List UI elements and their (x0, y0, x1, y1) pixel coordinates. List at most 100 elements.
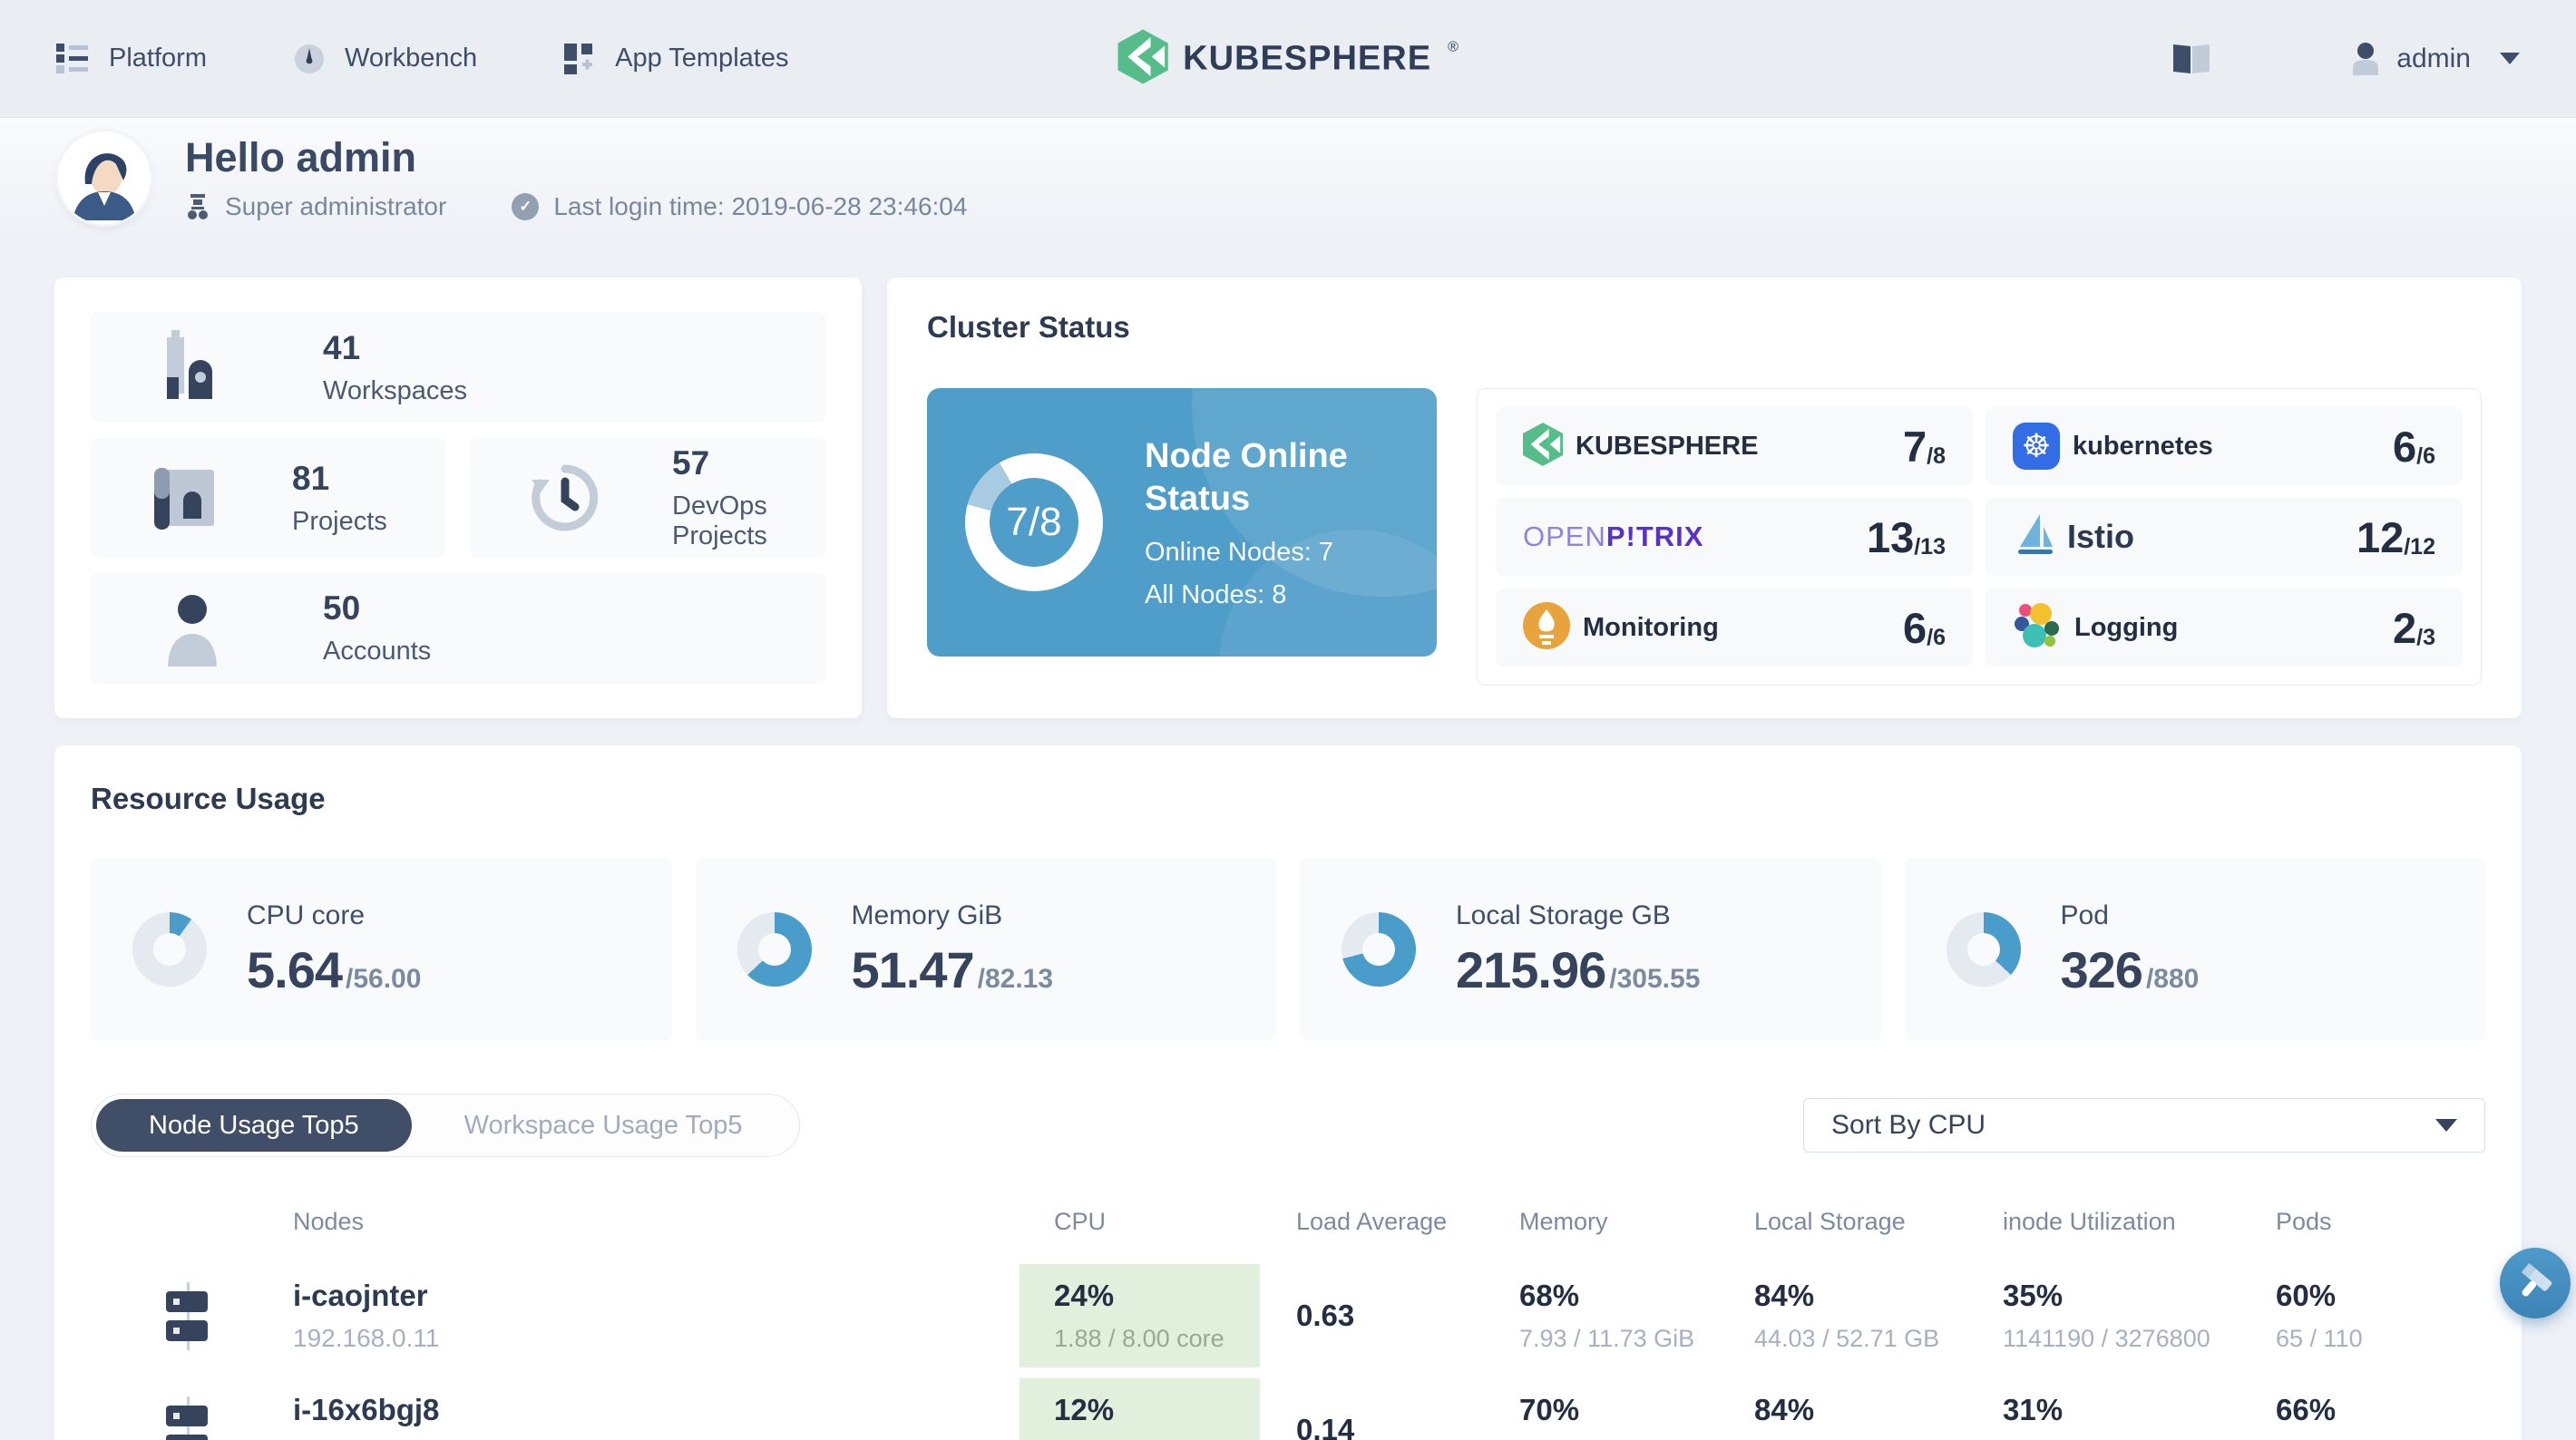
devops-label: DevOps Projects (672, 491, 767, 550)
load-average-cell: 0.63 (1296, 1299, 1355, 1332)
stat-devops-projects[interactable]: 57 DevOps Projects (471, 438, 825, 558)
hammer-icon (2514, 1260, 2556, 1307)
cpu-total: /56.00 (346, 963, 422, 994)
top-navigation-bar: Platform Workbench App Templates KUBESPH… (0, 0, 2576, 118)
pod-label: Pod (2060, 900, 2109, 930)
component-istio-label: Istio (2067, 518, 2135, 555)
stat-accounts[interactable]: 50 Accounts (91, 572, 825, 684)
inode-cell: 31% 1002451 / 3276800 (2003, 1393, 2214, 1440)
inode-cell: 35% 1141190 / 3276800 (2003, 1279, 2210, 1352)
pod-total: /880 (2145, 963, 2200, 994)
header-pods: Pods (2276, 1207, 2332, 1235)
accounts-count: 50 (323, 589, 361, 628)
docs-book-icon[interactable] (2171, 43, 2211, 75)
openpitrix-total: /13 (1914, 533, 1946, 559)
user-name: admin (2396, 43, 2471, 73)
header-inode-utilization: inode Utilization (2003, 1207, 2176, 1235)
local-storage-cell: 84% 43.89 / 52.71 GB (1754, 1393, 1939, 1440)
node-usage-table: Nodes CPU Load Average Memory Local Stor… (111, 1190, 2465, 1440)
monitoring-prometheus-icon (1523, 601, 1570, 654)
main-content: 41 Workspaces 81 Projects 57 DevOps Proj… (0, 238, 2576, 1440)
memory-total: /82.13 (977, 963, 1054, 994)
header-memory: Memory (1519, 1207, 1608, 1235)
stat-projects[interactable]: 81 Projects (91, 438, 445, 558)
cpu-cell: 24% 1.88 / 8.00 core (1020, 1264, 1260, 1367)
nav-platform[interactable]: Platform (56, 44, 207, 73)
online-nodes-line: Online Nodes: 7 (1145, 537, 1333, 567)
pods-cell: 60% 65 / 110 (2276, 1279, 2363, 1352)
cpu-cell: 12% 0.93 / 8.00 core (1020, 1378, 1260, 1440)
logging-value: 2 (2393, 603, 2417, 652)
sort-by-select[interactable]: Sort By CPU (1803, 1098, 2485, 1153)
monitoring-total: /6 (1927, 624, 1946, 650)
greeting: Hello admin (185, 134, 417, 180)
node-name[interactable]: i-16x6bgj8 (293, 1393, 1020, 1427)
node-ip: 192.168.0.11 (293, 1324, 440, 1352)
accounts-label: Accounts (323, 637, 432, 666)
brand-text: KUBESPHERE (1183, 39, 1432, 77)
last-login-group: ✓ Last login time: 2019-06-28 23:46:04 (512, 192, 967, 221)
role-label: Super administrator (225, 192, 447, 220)
login-check-icon: ✓ (512, 193, 540, 220)
kubernetes-icon: ☸ (2013, 423, 2060, 470)
table-row[interactable]: i-16x6bgj8 192.168.0.14 12% 0.93 / 8.00 … (111, 1378, 2465, 1440)
role-group: Super administrator (185, 192, 446, 221)
server-icon (160, 1281, 214, 1350)
app-templates-icon (564, 43, 595, 74)
kubernetes-value: 6 (2393, 422, 2417, 471)
nav-app-templates[interactable]: App Templates (564, 43, 789, 74)
main-nav: Platform Workbench App Templates (56, 43, 789, 74)
component-kubernetes: ☸ kubernetes 6/6 (1986, 407, 2463, 485)
storage-label: Local Storage GB (1456, 900, 1671, 930)
kubesphere-logo[interactable]: KUBESPHERE ® (1117, 29, 1459, 88)
component-openpitrix: OPENP!TRIX 13/13 (1496, 498, 1973, 576)
tab-workspace-usage-top5[interactable]: Workspace Usage Top5 (412, 1099, 795, 1152)
component-monitoring: Monitoring 6/6 (1496, 589, 1973, 666)
tab-node-usage-top5[interactable]: Node Usage Top5 (96, 1099, 412, 1152)
user-icon (2351, 42, 2380, 75)
stat-workspaces[interactable]: 41 Workspaces (91, 312, 825, 423)
kubesphere-value: 7 (1903, 422, 1927, 471)
workbench-icon (294, 44, 325, 74)
components-grid: KUBESPHERE 7/8 ☸ kubernetes 6/6 OPENP!TR… (1477, 388, 2482, 686)
component-monitoring-label: Monitoring (1583, 612, 1719, 642)
pods-cell: 66% 72 / 110 (2276, 1393, 2363, 1440)
header-nodes: Nodes (293, 1207, 365, 1235)
metric-cpu: CPU core 5.64/56.00 (91, 858, 672, 1041)
all-nodes-line: All Nodes: 8 (1145, 579, 1287, 609)
node-online-donut: 7/8 (965, 453, 1103, 591)
user-menu[interactable]: admin (2351, 42, 2520, 75)
nav-workbench[interactable]: Workbench (294, 44, 477, 74)
logging-total: /3 (2416, 624, 2435, 650)
projects-count: 81 (292, 459, 330, 497)
component-logging: Logging 2/3 (1986, 589, 2463, 666)
storage-donut (1342, 912, 1416, 987)
memory-used: 51.47 (851, 940, 975, 998)
node-name[interactable]: i-caojnter (293, 1279, 1020, 1313)
node-online-ratio: 7/8 (1006, 500, 1062, 544)
logging-icon (2013, 601, 2062, 655)
kubesphere-total: /8 (1927, 443, 1946, 469)
istio-value: 12 (2356, 512, 2405, 561)
toolbox-fab-button[interactable] (2500, 1248, 2571, 1318)
nav-app-templates-label: App Templates (615, 44, 789, 73)
table-row[interactable]: i-caojnter 192.168.0.11 24% 1.88 / 8.00 … (111, 1264, 2465, 1367)
resource-usage-title: Resource Usage (91, 782, 326, 815)
header-load-average: Load Average (1296, 1207, 1448, 1235)
platform-icon (56, 44, 89, 73)
openpitrix-logo: OPENP!TRIX (1523, 521, 1704, 552)
welcome-banner: Hello admin Super administrator ✓ Last l… (0, 118, 2576, 238)
component-kubernetes-label: kubernetes (2073, 431, 2213, 461)
projects-icon (141, 462, 229, 533)
component-istio: Istio 12/12 (1986, 498, 2463, 576)
metric-pod: Pod 326/880 (1904, 858, 2485, 1041)
projects-label: Projects (292, 506, 387, 536)
role-badge-icon (185, 193, 210, 220)
component-logging-label: Logging (2074, 612, 2179, 642)
header-local-storage: Local Storage (1754, 1207, 1906, 1235)
cluster-status-card: Cluster Status 7/8 Node Online Status On… (887, 277, 2522, 718)
banner-text: Hello admin Super administrator ✓ Last l… (185, 134, 967, 221)
metric-local-storage: Local Storage GB 215.96/305.55 (1300, 858, 1881, 1041)
kubesphere-logo-icon (1117, 29, 1168, 88)
component-kubesphere-label: KUBESPHERE (1576, 431, 1759, 461)
